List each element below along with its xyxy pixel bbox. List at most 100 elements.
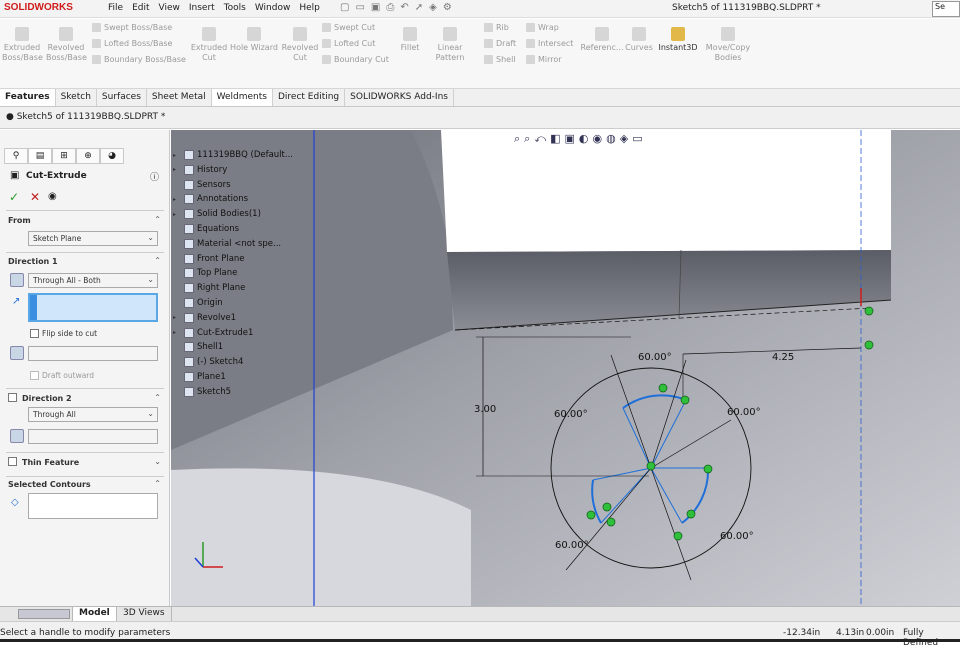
menu-edit[interactable]: Edit [132,3,149,13]
display-manager-tab[interactable]: ◕ [100,148,124,164]
tree-item[interactable]: Plane1 [173,372,226,382]
tab-features[interactable]: Features [0,89,56,106]
tree-item[interactable]: Right Plane [173,283,245,294]
configuration-tab[interactable]: ⊞ [52,148,76,164]
tree-item[interactable]: ▸ 111319BBQ (Default... [173,150,293,160]
apply-scene-icon[interactable]: ◈ [620,132,628,146]
property-manager-tab[interactable]: ▤ [28,148,52,164]
tree-item[interactable]: ▸ Cut-Extrude1 [173,327,253,338]
direction1-end-condition-select[interactable]: Through All - Both ⌄ [28,273,158,288]
angle-dim-bottom-left[interactable]: 60.00° [555,540,589,551]
help-icon[interactable]: ⓘ [150,170,159,183]
reference-geometry-button[interactable]: Referenc... [580,27,624,53]
angle-dim-bottom-right[interactable]: 60.00° [720,531,754,542]
expand-arrow-icon[interactable]: ▸ [173,152,181,159]
section-view-icon[interactable]: ◧ [550,132,560,146]
relation-marker[interactable] [703,464,713,474]
hide-show-icon[interactable]: ◉ [593,132,603,146]
tab-sketch[interactable]: Sketch [56,89,97,106]
horizontal-dim-value[interactable]: 4.25 [772,352,794,363]
tab-add-ins[interactable]: SOLIDWORKS Add-Ins [345,89,454,106]
swept-boss-button[interactable]: Swept Boss/Base [92,23,172,32]
previous-view-icon[interactable]: ⤺ [534,132,546,146]
boundary-boss-button[interactable]: Boundary Boss/Base [92,55,186,64]
relation-marker[interactable] [658,383,668,393]
tree-item[interactable]: Sensors [173,179,231,190]
tree-item[interactable]: ▸ Revolve1 [173,312,236,323]
tree-item[interactable]: Sketch5 [173,386,231,397]
extruded-cut-button[interactable]: Extruded Cut [188,27,230,63]
expand-arrow-icon[interactable]: ▸ [173,329,181,336]
wrap-button[interactable]: Wrap [526,23,559,32]
draft-angle-spinner[interactable] [28,346,158,361]
zoom-area-icon[interactable]: ⌕ [524,132,530,146]
open-icon[interactable]: ▭ [355,2,364,13]
tree-item[interactable]: Front Plane [173,253,245,264]
menu-help[interactable]: Help [299,3,320,13]
feature-manager-tab[interactable]: ⚲ [4,148,28,164]
move-copy-bodies-button[interactable]: Move/Copy Bodies [704,27,752,63]
direction2-end-condition-select[interactable]: Through All ⌄ [28,407,158,422]
document-tab[interactable]: ● Sketch5 of 111319BBQ.SLDPRT * [6,112,165,122]
tab-3d-views[interactable]: 3D Views [117,607,172,622]
selected-contours-collapse-icon[interactable]: ⌃ [154,479,161,488]
search-input[interactable]: Se [932,1,960,17]
edit-appearance-icon[interactable]: ◍ [606,132,616,146]
cancel-x-icon[interactable]: ✕ [30,190,40,204]
mirror-button[interactable]: Mirror [526,55,562,64]
direction1-collapse-icon[interactable]: ⌃ [154,256,161,265]
expand-arrow-icon[interactable]: ▸ [173,196,181,203]
intersect-button[interactable]: Intersect [526,39,573,48]
menu-window[interactable]: Window [255,3,291,13]
relation-marker[interactable] [864,306,874,316]
tree-item[interactable]: (-) Sketch4 [173,357,243,368]
tab-scroll-controls[interactable] [18,609,70,619]
tab-direct-editing[interactable]: Direct Editing [273,89,346,106]
options-icon[interactable]: ⚙ [443,2,452,13]
model-view[interactable]: 60.00° 60.00° 60.00° 60.00° 60.00° 3.00 … [171,130,960,606]
relation-marker[interactable] [864,340,874,350]
dimxpert-tab[interactable]: ⊕ [76,148,100,164]
draft-toggle-icon[interactable] [10,346,24,360]
hole-wizard-button[interactable]: Hole Wizard [230,27,278,53]
thin-feature-expand-icon[interactable]: ⌄ [154,457,161,466]
graphics-area[interactable]: 60.00° 60.00° 60.00° 60.00° 60.00° 3.00 … [171,130,960,606]
direction2-draft-spinner[interactable] [28,429,158,444]
save-icon[interactable]: ▣ [371,2,380,13]
relation-marker[interactable] [586,510,596,520]
fillet-button[interactable]: Fillet [398,27,422,53]
menu-insert[interactable]: Insert [189,3,215,13]
menu-file[interactable]: File [108,3,123,13]
rebuild-icon[interactable]: ◈ [429,2,437,13]
tree-item[interactable]: ▸ Solid Bodies(1) [173,209,261,220]
revolved-cut-button[interactable]: Revolved Cut [280,27,320,63]
tree-item[interactable]: Equations [173,224,239,234]
angle-dim-left[interactable]: 60.00° [554,409,588,420]
tab-model[interactable]: Model [72,607,117,622]
rib-button[interactable]: Rib [484,23,509,32]
selected-contours-list[interactable] [28,493,158,519]
menu-tools[interactable]: Tools [224,3,246,13]
tab-surfaces[interactable]: Surfaces [97,89,147,106]
direction-vector-field[interactable] [28,293,158,322]
relation-marker[interactable] [602,502,612,512]
ok-check-icon[interactable]: ✓ [9,190,19,204]
view-orientation-icon[interactable]: ▣ [565,132,575,146]
expand-arrow-icon[interactable]: ▸ [173,314,181,321]
tab-weldments[interactable]: Weldments [211,89,273,106]
display-style-icon[interactable]: ◐ [579,132,589,146]
relation-marker[interactable] [686,509,696,519]
curves-button[interactable]: Curves [624,27,654,53]
relation-marker[interactable] [646,461,656,471]
tree-item[interactable]: Material <not spe... [173,238,281,249]
expand-arrow-icon[interactable]: ▸ [173,211,181,218]
from-select[interactable]: Sketch Plane ⌄ [28,231,158,246]
direction2-collapse-icon[interactable]: ⌃ [154,393,161,402]
vertical-dim-value[interactable]: 3.00 [474,404,496,415]
shell-button[interactable]: Shell [484,55,516,64]
extruded-boss-button[interactable]: Extruded Boss/Base [2,27,43,63]
revolved-boss-button[interactable]: Revolved Boss/Base [46,27,87,63]
tree-item[interactable]: ▸ History [173,164,227,175]
swept-cut-button[interactable]: Swept Cut [322,23,375,32]
angle-dim-right[interactable]: 60.00° [727,407,761,418]
